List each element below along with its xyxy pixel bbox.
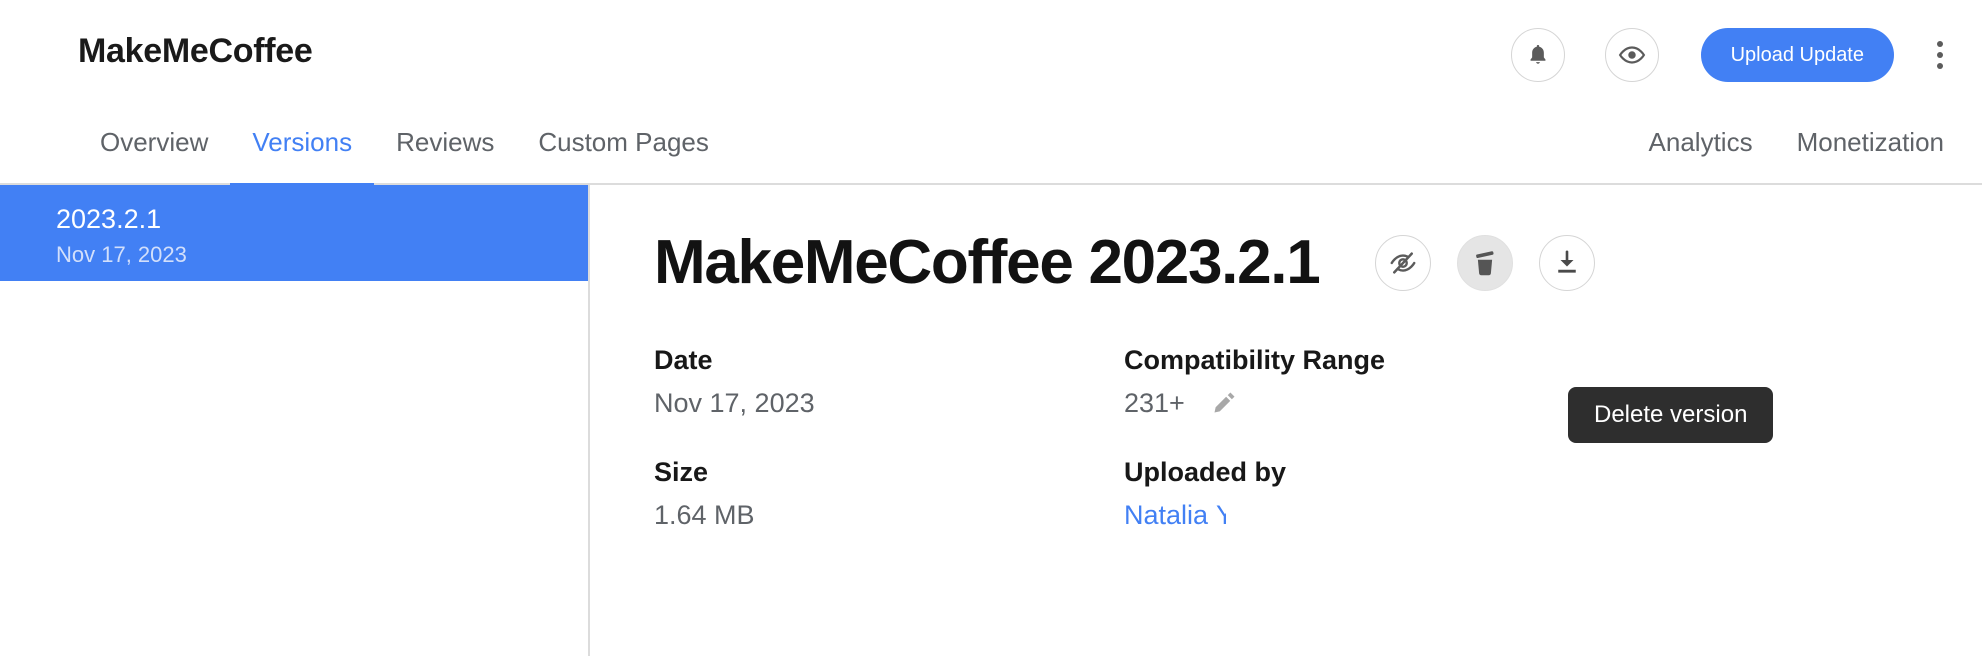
field-date: Date Nov 17, 2023 [654,340,1124,426]
delete-version-tooltip: Delete version [1568,387,1774,443]
tab-reviews[interactable]: Reviews [374,113,516,185]
uploader-surname-truncated: Y [1216,500,1227,530]
download-icon [1552,248,1582,278]
field-value-row: 231+ [1124,380,1594,426]
sidebar-item-version[interactable]: 2023.2.1 Nov 17, 2023 [0,185,588,281]
version-detail-title: MakeMeCoffee 2023.2.1 [654,228,1321,297]
field-label: Date [654,345,713,375]
secondary-tabs: Analytics Monetization [1627,113,1966,185]
version-name: 2023.2.1 [56,204,162,234]
version-date: Nov 17, 2023 [56,242,187,267]
eye-icon [1618,41,1646,69]
hide-version-button[interactable] [1375,235,1432,291]
field-label: Size [654,457,709,487]
field-value-row: Natalia Y [1124,492,1594,538]
field-label: Uploaded by [1124,457,1287,487]
download-version-button[interactable] [1539,235,1596,291]
field-uploaded-by: Uploaded by Natalia Y [1124,452,1594,538]
upload-update-button[interactable]: Upload Update [1700,28,1894,82]
versions-sidebar: 2023.2.1 Nov 17, 2023 [0,185,590,656]
tab-analytics[interactable]: Analytics [1627,113,1775,185]
kebab-dot [1937,52,1943,58]
tab-versions[interactable]: Versions [230,113,374,187]
field-value: Nov 17, 2023 [654,388,815,418]
field-compatibility-range: Compatibility Range 231+ [1124,340,1594,426]
delete-version-button[interactable] [1457,235,1514,291]
kebab-menu-icon[interactable] [1926,28,1954,82]
field-label: Compatibility Range [1124,345,1386,375]
top-bar: MakeMeCoffee Upload Update [0,0,1982,113]
detail-header: MakeMeCoffee 2023.2.1 [654,227,1924,299]
edit-compatibility-button[interactable] [1207,386,1241,420]
eye-off-icon [1388,248,1418,278]
primary-tabs: Overview Versions Reviews Custom Pages [78,113,731,187]
top-bar-actions: Upload Update [1510,20,1982,90]
field-value: 231+ [1124,388,1185,418]
tab-bar: Overview Versions Reviews Custom Pages A… [0,113,1982,187]
tab-monetization[interactable]: Monetization [1775,113,1966,185]
preview-button[interactable] [1604,28,1659,82]
uploader-link[interactable]: Natalia [1124,492,1208,538]
page-root: MakeMeCoffee Upload Update Overview Vers… [0,0,1982,656]
notifications-button[interactable] [1510,28,1565,82]
field-size: Size 1.64 MB [654,452,1124,538]
version-actions [1375,235,1596,291]
tab-custom-pages[interactable]: Custom Pages [516,113,731,185]
kebab-dot [1937,63,1943,69]
field-row: Size 1.64 MB Uploaded by Natalia Y [654,452,1924,538]
page-title: MakeMeCoffee [78,32,313,70]
tab-overview[interactable]: Overview [78,113,230,185]
field-value: 1.64 MB [654,500,755,530]
bell-icon [1525,42,1551,68]
version-detail-panel: MakeMeCoffee 2023.2.1 Date Nov 17, 2023 … [592,185,1982,656]
kebab-dot [1937,41,1943,47]
pencil-icon [1209,388,1239,418]
trash-icon [1470,248,1500,278]
